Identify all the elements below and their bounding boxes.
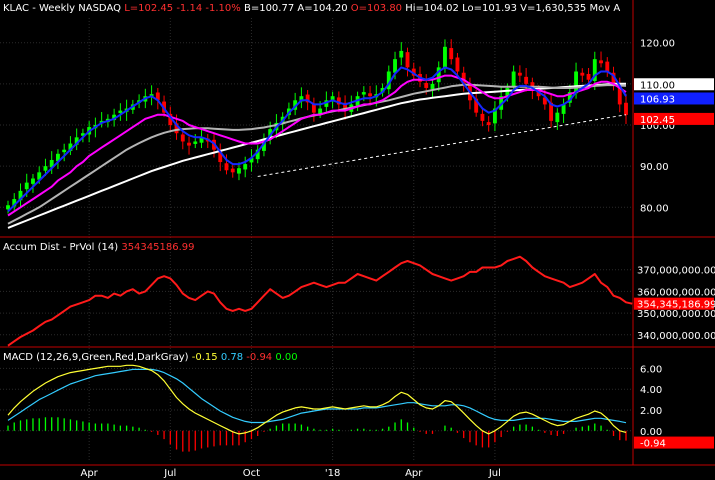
x-tick-label: Jul	[488, 468, 501, 479]
volume: V=1,630,535	[520, 3, 587, 14]
candle-body	[455, 57, 460, 72]
macd-tick-label: 6.00	[640, 364, 662, 375]
candle-body	[180, 134, 185, 142]
macd-label: MACD (12,26,9,Green,Red,DarkGray)	[3, 352, 189, 363]
macd-v3: -0.94	[246, 352, 273, 363]
ad-label: Accum Dist - PrVol (14)	[3, 242, 119, 253]
candle-body	[24, 182, 29, 190]
candle-body	[449, 48, 454, 60]
ticker: KLAC	[3, 3, 30, 14]
macd-v4: 0.00	[275, 352, 298, 363]
candle-body	[486, 122, 491, 125]
candle-body	[393, 59, 397, 73]
x-tick-label: '18	[325, 468, 340, 479]
candle-body	[237, 168, 241, 174]
ad-header: Accum Dist - PrVol (14) 354345186.99	[3, 242, 195, 253]
candle-body	[586, 73, 591, 80]
bid: B=100.77	[243, 3, 295, 14]
x-tick-label: Jul	[163, 468, 176, 479]
ad-tick-label: 360,000,000.00	[637, 287, 715, 298]
price-tick-label: 120.00	[640, 39, 675, 50]
candle-body	[62, 149, 67, 153]
ad-value: 354345186.99	[121, 242, 195, 253]
ask: A=104.20	[297, 3, 348, 14]
ad-tick-label: 370,000,000.00	[637, 266, 715, 277]
candle-body	[555, 112, 560, 123]
macd-v2: 0.78	[220, 352, 244, 363]
high: Hi=104.02	[405, 3, 459, 14]
candle-body	[224, 163, 229, 171]
candle-body	[424, 83, 429, 88]
candle-body	[187, 142, 191, 146]
x-tick-label: Oct	[243, 468, 260, 479]
macd-axis-tag-label: -0.94	[640, 439, 666, 450]
price-tick-label: 90.00	[640, 162, 669, 173]
exchange: NASDAQ	[78, 3, 121, 14]
candle-body	[599, 60, 603, 64]
open: O=103.80	[350, 3, 403, 14]
macd-v1: -0.15	[191, 352, 218, 363]
change: -1.14	[176, 3, 203, 14]
macd-tick-label: 2.00	[640, 406, 662, 417]
macd-tick-label: 0.00	[640, 427, 662, 438]
macd-tick-label: 4.00	[640, 385, 662, 396]
candle-body	[230, 168, 235, 173]
x-tick-label: Apr	[405, 468, 423, 479]
candle-body	[580, 72, 585, 76]
price-axis-tag-label: 102.45	[640, 115, 675, 126]
candle-body	[193, 141, 198, 144]
price-axis-tag-label: 106.93	[640, 94, 675, 105]
candle-body	[368, 93, 372, 97]
candle-body	[31, 178, 35, 184]
candle-body	[399, 50, 404, 58]
candle-body	[430, 83, 435, 90]
candle-body	[517, 72, 522, 76]
price-header: KLAC - Weekly NASDAQ L=102.45 -1.14 -1.1…	[3, 3, 621, 14]
candle-body	[605, 61, 610, 72]
change-pct: -1.10%	[205, 3, 241, 14]
candle-body	[624, 102, 628, 115]
period: Weekly	[38, 3, 76, 14]
ad-tick-label: 350,000,000.00	[637, 309, 715, 320]
last-price: L=102.45	[124, 3, 174, 14]
candle-body	[443, 46, 447, 69]
stock-chart: AprJulOct'18AprJul120.00110.00100.0090.0…	[0, 0, 715, 480]
low: Lo=101.93	[462, 3, 517, 14]
price-axis-tag-label: 110.00	[640, 80, 675, 91]
macd-header: MACD (12,26,9,Green,Red,DarkGray) -0.15 …	[3, 352, 298, 363]
candle-body	[361, 92, 366, 95]
candle-body	[524, 76, 529, 84]
ad-tick-label: 340,000,000.00	[637, 331, 715, 342]
price-tick-label: 80.00	[640, 203, 669, 214]
candle-body	[243, 164, 248, 170]
ad-axis-tag-label: 354,345,186.99	[637, 300, 715, 311]
candle-body	[43, 166, 48, 171]
candle-body	[511, 71, 516, 87]
candle-body	[405, 52, 410, 68]
x-tick-label: Apr	[80, 468, 98, 479]
overflow-label: Mov A	[589, 3, 621, 14]
candle-body	[480, 113, 485, 121]
